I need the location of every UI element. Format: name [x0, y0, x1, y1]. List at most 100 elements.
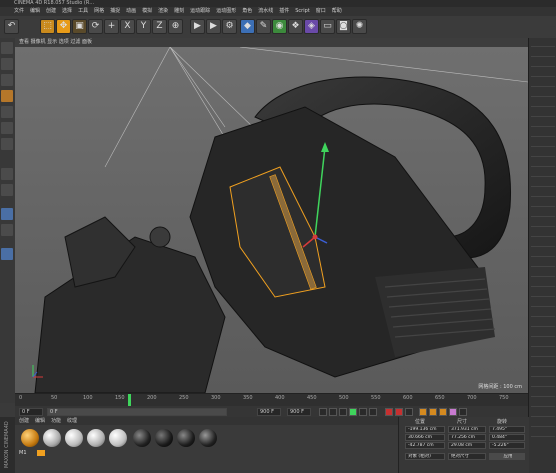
object-row[interactable] — [531, 226, 555, 227]
pen-icon[interactable]: ✎ — [256, 19, 271, 34]
viewport-menu[interactable]: 查看 摄像机 显示 选项 过滤 面板 — [15, 38, 528, 47]
workplane-icon[interactable] — [1, 224, 13, 236]
object-row[interactable] — [531, 186, 555, 187]
menu-item[interactable]: 运动跟踪 — [190, 7, 210, 16]
object-row[interactable] — [531, 76, 555, 77]
material-white-4[interactable] — [109, 429, 127, 447]
object-row[interactable] — [531, 66, 555, 67]
record-icon[interactable] — [385, 408, 393, 416]
scene-render[interactable] — [15, 47, 528, 393]
play-icon[interactable] — [349, 408, 357, 416]
menu-item[interactable]: 雕刻 — [174, 7, 184, 16]
position-key-icon[interactable] — [419, 408, 427, 416]
menu-item[interactable]: Script — [295, 7, 310, 16]
material-menu-item[interactable]: 编辑 — [35, 417, 45, 425]
rotation-key-icon[interactable] — [439, 408, 447, 416]
menu-item[interactable]: 选择 — [62, 7, 72, 16]
object-row[interactable] — [531, 386, 555, 387]
playhead[interactable] — [127, 394, 131, 406]
menu-item[interactable]: 帮助 — [332, 7, 342, 16]
pla-key-icon[interactable] — [459, 408, 467, 416]
menu-item[interactable]: 捕捉 — [110, 7, 120, 16]
param-key-icon[interactable] — [449, 408, 457, 416]
object-row[interactable] — [531, 126, 555, 127]
menu-item[interactable]: 工具 — [78, 7, 88, 16]
undo-icon[interactable]: ↶ — [4, 19, 19, 34]
material-white-1[interactable] — [43, 429, 61, 447]
light-icon[interactable]: ✺ — [352, 19, 367, 34]
rotation-b-field[interactable]: -5.226° — [489, 442, 525, 449]
uv-mode-icon[interactable] — [1, 138, 13, 150]
object-row[interactable] — [531, 406, 555, 407]
size-z-field[interactable]: 29.08 cm — [448, 442, 486, 449]
object-row[interactable] — [531, 296, 555, 297]
object-row[interactable] — [531, 276, 555, 277]
start-frame-field[interactable]: 0 F — [19, 408, 43, 416]
coordinate-system-icon[interactable]: ⊕ — [168, 19, 183, 34]
object-row[interactable] — [531, 56, 555, 57]
object-row[interactable] — [531, 96, 555, 97]
object-row[interactable] — [531, 166, 555, 167]
object-row[interactable] — [531, 266, 555, 267]
size-mode-dropdown[interactable]: 绝对尺寸 — [448, 453, 486, 460]
points-mode-icon[interactable] — [1, 90, 13, 102]
next-key-icon[interactable] — [359, 408, 367, 416]
object-row[interactable] — [531, 116, 555, 117]
object-row[interactable] — [531, 236, 555, 237]
material-dark-4[interactable] — [199, 429, 217, 447]
apply-button[interactable]: 应用 — [489, 453, 525, 460]
keyframe-selection-icon[interactable] — [405, 408, 413, 416]
object-row[interactable] — [531, 306, 555, 307]
menu-item[interactable]: 动画 — [126, 7, 136, 16]
menu-item[interactable]: 编辑 — [30, 7, 40, 16]
render-picture-icon[interactable]: ▶ — [206, 19, 221, 34]
material-menu-item[interactable]: 功能 — [51, 417, 61, 425]
scale-key-icon[interactable] — [429, 408, 437, 416]
object-row[interactable] — [531, 176, 555, 177]
object-row[interactable] — [531, 316, 555, 317]
object-row[interactable] — [531, 136, 555, 137]
menu-item[interactable]: 文件 — [14, 7, 24, 16]
play-backward-icon[interactable] — [339, 408, 347, 416]
object-row[interactable] — [531, 346, 555, 347]
snap-icon[interactable] — [1, 208, 13, 220]
model-mode-icon[interactable] — [1, 58, 13, 70]
object-row[interactable] — [531, 366, 555, 367]
object-row[interactable] — [531, 396, 555, 397]
menu-item[interactable]: 运动图形 — [216, 7, 236, 16]
material-orange[interactable] — [21, 429, 39, 447]
material-menu-item[interactable]: 纹理 — [67, 417, 77, 425]
live-select-icon[interactable]: ⬚ — [40, 19, 55, 34]
object-row[interactable] — [531, 86, 555, 87]
scale-icon[interactable]: ▣ — [72, 19, 87, 34]
subdivision-icon[interactable]: ◉ — [272, 19, 287, 34]
go-to-start-icon[interactable] — [319, 408, 327, 416]
deformer-icon[interactable]: ◈ — [304, 19, 319, 34]
z-axis-icon[interactable]: Z — [152, 19, 167, 34]
size-y-field[interactable]: 77.256 cm — [448, 434, 486, 441]
viewport[interactable]: 查看 摄像机 显示 选项 过滤 面板 网格间距: 100 cm — [15, 38, 528, 393]
rotation-h-field[interactable]: 7.495° — [489, 426, 525, 433]
camera-icon[interactable]: ◙ — [336, 19, 351, 34]
position-x-field[interactable]: -199.136 cm — [405, 426, 445, 433]
size-x-field[interactable]: 371.931 cm — [448, 426, 486, 433]
material-white-3[interactable] — [87, 429, 105, 447]
object-row[interactable] — [531, 286, 555, 287]
object-row[interactable] — [531, 336, 555, 337]
object-row[interactable] — [531, 156, 555, 157]
tweak-icon[interactable] — [1, 184, 13, 196]
object-row[interactable] — [531, 376, 555, 377]
object-row[interactable] — [531, 196, 555, 197]
menu-item[interactable]: 插件 — [279, 7, 289, 16]
material-dark-1[interactable] — [133, 429, 151, 447]
material-menu-item[interactable]: 创建 — [19, 417, 29, 425]
menu-item[interactable]: 流水线 — [258, 7, 273, 16]
menu-item[interactable]: 窗口 — [316, 7, 326, 16]
polygons-mode-icon[interactable] — [1, 122, 13, 134]
axis-mode-icon[interactable] — [1, 168, 13, 180]
object-row[interactable] — [531, 356, 555, 357]
add-icon[interactable]: + — [104, 19, 119, 34]
object-row[interactable] — [531, 246, 555, 247]
object-row[interactable] — [531, 216, 555, 217]
object-row[interactable] — [531, 46, 555, 47]
